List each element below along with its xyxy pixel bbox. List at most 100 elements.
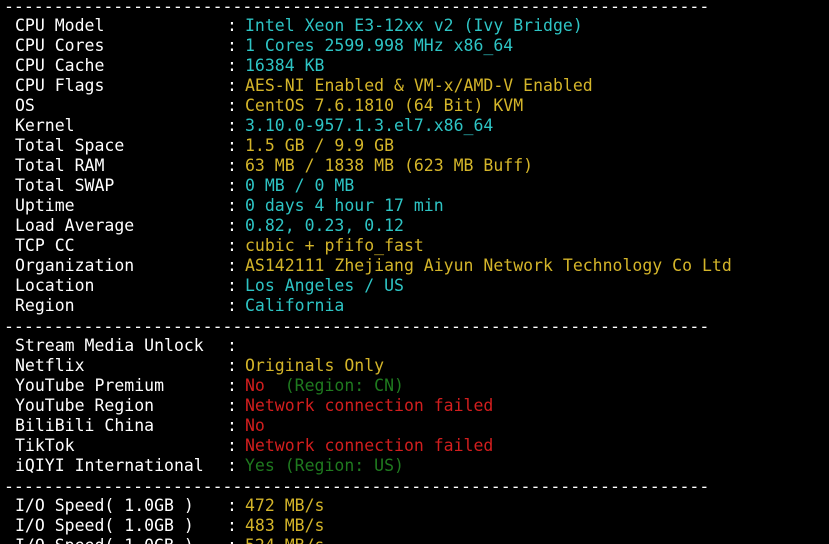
info-colon: : [227,156,237,175]
io-row-3: I/O Speed( 1.0GB ):524 MB/s [15,536,324,544]
media-row-netflix: Netflix: Originals Only [15,356,384,376]
media-colon: : [227,336,237,355]
info-row-total-space: Total Space:1.5 GB / 9.9 GB [15,136,394,156]
info-value: 16384 KB [245,56,325,75]
io-colon: : [227,516,237,535]
media-label: Netflix [15,356,85,375]
info-colon: : [227,196,237,215]
io-value: 483 MB/s [245,516,325,535]
media-label: TikTok [15,436,75,455]
media-label: iQIYI International [15,456,204,475]
io-label: I/O Speed( 1.0GB ) [15,516,194,535]
separator-media: ----------------------------------------… [4,317,710,336]
io-value: 472 MB/s [245,496,325,515]
media-colon: : [227,436,237,455]
info-row-load-average: Load Average:0.82, 0.23, 0.12 [15,216,404,236]
media-status: No [245,416,265,435]
io-label: I/O Speed( 1.0GB ) [15,496,194,515]
info-value: 0.82, 0.23, 0.12 [245,216,404,235]
io-row-2: I/O Speed( 1.0GB ):483 MB/s [15,516,324,536]
media-row-youtube-region: YouTube Region: Network connection failed [15,396,493,416]
info-label: Uptime [15,196,75,215]
media-row-header: Stream Media Unlock: [15,336,245,356]
info-value: 0 MB / 0 MB [245,176,355,195]
info-row-location: Location: Los Angeles / US [15,276,404,296]
info-colon: : [227,76,237,95]
info-row-cpu-model: CPU Model: Intel Xeon E3-12xx v2 (Ivy Bri… [15,16,583,36]
info-colon: : [227,236,237,255]
info-colon: : [227,136,237,155]
media-colon: : [227,416,237,435]
media-label: YouTube Premium [15,376,165,395]
info-colon: : [227,36,237,55]
media-row-tiktok: TikTok: Network connection failed [15,436,493,456]
info-colon: : [227,216,237,235]
info-row-total-swap: Total SWAP:0 MB / 0 MB [15,176,354,196]
info-row-cpu-cache: CPU Cache:16384 KB [15,56,324,76]
info-label: Load Average [15,216,135,235]
info-value: 0 days 4 hour 17 min [245,196,444,215]
io-colon: : [227,536,245,544]
info-label: CPU Cache [15,56,105,75]
media-colon: : [227,396,237,415]
media-status: Originals Only [245,356,385,375]
media-status: Network connection failed [245,396,494,415]
separator-top: ----------------------------------------… [4,0,710,16]
info-colon: : [227,176,237,195]
info-value: Los Angeles / US [245,276,404,295]
info-row-uptime: Uptime:0 days 4 hour 17 min [15,196,444,216]
info-label: Total SWAP [15,176,115,195]
info-row-kernel: Kernel:3.10.0-957.1.3.el7.x86_64 [15,116,493,136]
info-row-cpu-cores: CPU Cores:1 Cores 2599.998 MHz x86_64 [15,36,513,56]
info-label: Location [15,276,95,295]
media-colon: : [227,456,237,475]
info-colon: : [227,256,237,275]
media-label: YouTube Region [15,396,155,415]
media-region: (Region: CN) [264,376,404,395]
info-colon: : [227,16,237,35]
terminal-output[interactable]: ----------------------------------------… [0,0,829,544]
info-row-organization: Organization: AS142111 Zhejiang Aiyun Net… [15,256,732,276]
info-value: 1.5 GB / 9.9 GB [245,136,395,155]
info-value: AES-NI Enabled & VM-x/AMD-V Enabled [245,76,593,95]
media-row-bilibili: BiliBili China: No [15,416,265,436]
media-status: No [245,376,265,395]
io-colon: : [227,496,237,515]
info-label: Region [15,296,75,315]
info-value: CentOS 7.6.1810 (64 Bit) KVM [245,96,524,115]
info-row-total-ram: Total RAM:63 MB / 1838 MB (623 MB Buff) [15,156,533,176]
media-row-youtube-premium: YouTube Premium: No (Region: CN) [15,376,404,396]
info-label: CPU Model [15,16,105,35]
io-value: 524 MB/s [245,536,324,544]
info-row-tcp-cc: TCP CC: cubic + pfifo_fast [15,236,424,256]
media-status: Yes (Region: US) [245,456,404,475]
info-label: CPU Flags [15,76,105,95]
io-label: I/O Speed( 1.0GB ) [15,536,227,544]
info-colon: : [227,296,237,315]
info-label: Total RAM [15,156,105,175]
info-value: cubic + pfifo_fast [245,236,424,255]
info-colon: : [227,276,237,295]
info-label: Kernel [15,116,75,135]
io-row-1: I/O Speed( 1.0GB ):472 MB/s [15,496,324,516]
info-colon: : [227,56,237,75]
info-value: California [245,296,345,315]
info-label: Total Space [15,136,125,155]
info-colon: : [227,116,237,135]
media-status: Network connection failed [245,436,494,455]
media-colon: : [227,356,237,375]
info-row-region: Region: California [15,296,344,316]
info-label: TCP CC [15,236,75,255]
separator-io: ----------------------------------------… [4,477,710,496]
info-value: Intel Xeon E3-12xx v2 (Ivy Bridge) [245,16,583,35]
media-label: BiliBili China [15,416,155,435]
info-label: CPU Cores [15,36,105,55]
media-colon: : [227,376,237,395]
info-row-os: OS: CentOS 7.6.1810 (64 Bit) KVM [15,96,523,116]
info-label: Organization [15,256,135,275]
info-label: OS [15,96,35,115]
info-value: 3.10.0-957.1.3.el7.x86_64 [245,116,494,135]
media-row-iqiyi: iQIYI International: Yes (Region: US) [15,456,404,476]
media-label: Stream Media Unlock [15,336,204,355]
info-colon: : [227,96,237,115]
